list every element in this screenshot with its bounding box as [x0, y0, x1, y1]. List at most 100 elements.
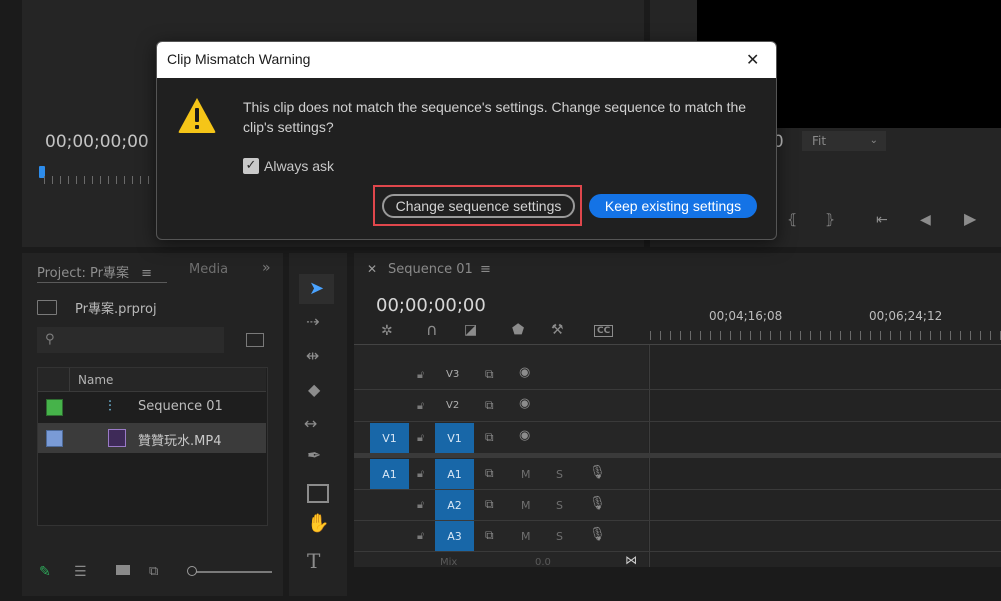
- source-ruler[interactable]: [44, 176, 174, 184]
- track-label-a1[interactable]: A1: [435, 459, 474, 489]
- expand-panels-icon[interactable]: »: [262, 260, 271, 276]
- mix-label: Mix: [440, 557, 458, 567]
- mix-value[interactable]: 0.0: [535, 557, 551, 567]
- track-v1[interactable]: 🔓︎ V1 ⧉ ◉: [354, 423, 648, 453]
- video-audio-divider: [354, 453, 1001, 458]
- sync-lock-icon[interactable]: ⧉: [485, 528, 494, 542]
- microphone-icon[interactable]: 🎙︎: [589, 466, 606, 480]
- mute-button[interactable]: M: [521, 468, 531, 481]
- item-color-label[interactable]: [46, 399, 63, 416]
- always-ask-label[interactable]: Always ask: [264, 158, 334, 174]
- play-icon[interactable]: ▶: [964, 211, 976, 227]
- lock-icon[interactable]: 🔓︎: [417, 431, 424, 445]
- track-separator: [354, 389, 1001, 390]
- list-view-icon[interactable]: ☰: [74, 564, 87, 580]
- change-sequence-settings-button[interactable]: Change sequence settings: [382, 194, 575, 218]
- sync-lock-icon[interactable]: ⧉: [485, 497, 494, 511]
- track-label-a3[interactable]: A3: [435, 521, 474, 551]
- pencil-icon[interactable]: ✎: [39, 564, 51, 580]
- clip-mismatch-dialog: Clip Mismatch Warning ✕ This clip does n…: [156, 41, 777, 240]
- mute-button[interactable]: M: [521, 530, 531, 543]
- eye-icon[interactable]: ◉: [519, 366, 530, 380]
- add-marker-icon[interactable]: ⬟: [512, 323, 524, 337]
- zoom-slider[interactable]: [190, 571, 272, 573]
- track-a2[interactable]: 🔓︎ A2 ⧉ M S 🎙︎: [354, 490, 648, 520]
- solo-button[interactable]: S: [556, 530, 563, 543]
- mute-button[interactable]: M: [521, 499, 531, 512]
- track-v3[interactable]: 🔓︎ V3 ⧉ ◉: [354, 359, 648, 389]
- project-item-row[interactable]: ⫶ Sequence 01: [38, 392, 266, 422]
- timeline-timecode[interactable]: 00;00;00;00: [376, 295, 486, 316]
- sequence-tab[interactable]: Sequence 01: [388, 262, 473, 277]
- track-label-v1[interactable]: V1: [435, 423, 474, 453]
- zoom-select[interactable]: Fit ⌄: [802, 131, 886, 151]
- go-to-in-icon[interactable]: ⇤: [876, 213, 888, 227]
- lock-icon[interactable]: 🔓︎: [417, 498, 424, 512]
- always-ask-checkbox[interactable]: ✓: [243, 158, 259, 174]
- razor-tool-icon[interactable]: ◆: [308, 382, 320, 398]
- selection-tool-icon[interactable]: ➤: [299, 274, 334, 304]
- step-back-icon[interactable]: ◀: [920, 213, 931, 227]
- solo-button[interactable]: S: [556, 499, 563, 512]
- track-a1[interactable]: 🔓︎ A1 ⧉ M S 🎙︎: [354, 459, 648, 489]
- pen-tool-icon[interactable]: ✒: [307, 448, 321, 465]
- project-item-name: 贊贊玩水.MP4: [138, 434, 222, 449]
- captions-icon[interactable]: CC: [594, 325, 614, 337]
- track-label-a2[interactable]: A2: [435, 490, 474, 520]
- item-color-label[interactable]: [46, 430, 63, 447]
- dialog-title-bar[interactable]: Clip Mismatch Warning ✕: [157, 42, 776, 78]
- menu-icon[interactable]: ≡: [141, 266, 152, 281]
- dialog-message: This clip does not match the sequence's …: [243, 99, 747, 135]
- track-separator: [354, 421, 1001, 422]
- lock-icon[interactable]: 🔓︎: [417, 399, 424, 413]
- sync-lock-icon[interactable]: ⧉: [485, 367, 494, 381]
- source-timecode: 00;00;00;00: [45, 132, 149, 152]
- project-search-input[interactable]: [37, 327, 224, 353]
- track-a3[interactable]: 🔓︎ A3 ⧉ M S 🎙︎: [354, 521, 648, 551]
- freeform-view-icon[interactable]: ⧉: [149, 564, 158, 579]
- snap-magnet-icon[interactable]: ∩: [426, 322, 438, 338]
- nest-icon[interactable]: ✲: [381, 324, 393, 338]
- sync-lock-icon[interactable]: ⧉: [485, 430, 494, 444]
- microphone-icon[interactable]: 🎙︎: [589, 528, 606, 542]
- eye-icon[interactable]: ◉: [519, 397, 530, 411]
- mix-track[interactable]: Mix 0.0 ⋈: [354, 552, 648, 567]
- sequence-tab-menu-icon[interactable]: ≡: [480, 262, 491, 277]
- tools-panel: ➤ ⇢ ⇹ ◆ ↔ ✒ ✋ T: [289, 253, 347, 596]
- mark-in-icon[interactable]: ⦃: [787, 213, 797, 227]
- rectangle-tool-icon[interactable]: [307, 484, 329, 503]
- linked-selection-icon[interactable]: ◪: [464, 323, 477, 337]
- zoom-value: Fit: [812, 134, 827, 148]
- icon-view-icon[interactable]: [116, 565, 130, 575]
- lock-icon[interactable]: 🔓︎: [417, 467, 424, 481]
- close-tab-icon[interactable]: ✕: [367, 262, 377, 276]
- keep-existing-settings-button[interactable]: Keep existing settings: [589, 194, 757, 218]
- type-tool-icon[interactable]: T: [307, 549, 320, 573]
- mark-out-icon[interactable]: ⦄: [825, 213, 835, 227]
- ripple-edit-tool-icon[interactable]: ⇹: [306, 348, 319, 364]
- project-tab-label: Project: Pr專案: [37, 266, 129, 281]
- time-ruler[interactable]: 00;04;16;08 00;06;24;12: [650, 305, 1001, 345]
- microphone-icon[interactable]: 🎙︎: [589, 497, 606, 511]
- zoom-slider-thumb[interactable]: [187, 566, 197, 576]
- name-column-header[interactable]: Name: [38, 368, 266, 392]
- project-item-row-selected[interactable]: 贊贊玩水.MP4: [38, 423, 266, 453]
- track-select-tool-icon[interactable]: ⇢: [306, 314, 319, 330]
- solo-button[interactable]: S: [556, 468, 563, 481]
- ruler-label: 00;06;24;12: [869, 309, 943, 323]
- media-tab[interactable]: Media: [189, 262, 228, 277]
- settings-wrench-icon[interactable]: ⚒: [551, 323, 564, 337]
- mix-bowtie-icon[interactable]: ⋈: [625, 553, 637, 567]
- project-panel: Project: Pr專案 ≡ Media » Pr專案.prproj ⚲ Na…: [22, 253, 283, 596]
- lock-icon[interactable]: 🔓︎: [417, 529, 424, 543]
- hand-tool-icon[interactable]: ✋: [307, 515, 329, 533]
- slip-tool-icon[interactable]: ↔: [304, 416, 317, 432]
- track-v2[interactable]: 🔓︎ V2 ⧉ ◉: [354, 391, 648, 421]
- sync-lock-icon[interactable]: ⧉: [485, 466, 494, 480]
- lock-icon[interactable]: 🔓︎: [417, 368, 424, 382]
- new-bin-search-icon[interactable]: [246, 333, 264, 347]
- project-tab[interactable]: Project: Pr專案 ≡: [37, 262, 152, 281]
- sync-lock-icon[interactable]: ⧉: [485, 398, 494, 412]
- eye-icon[interactable]: ◉: [519, 429, 530, 443]
- close-icon[interactable]: ✕: [746, 50, 759, 69]
